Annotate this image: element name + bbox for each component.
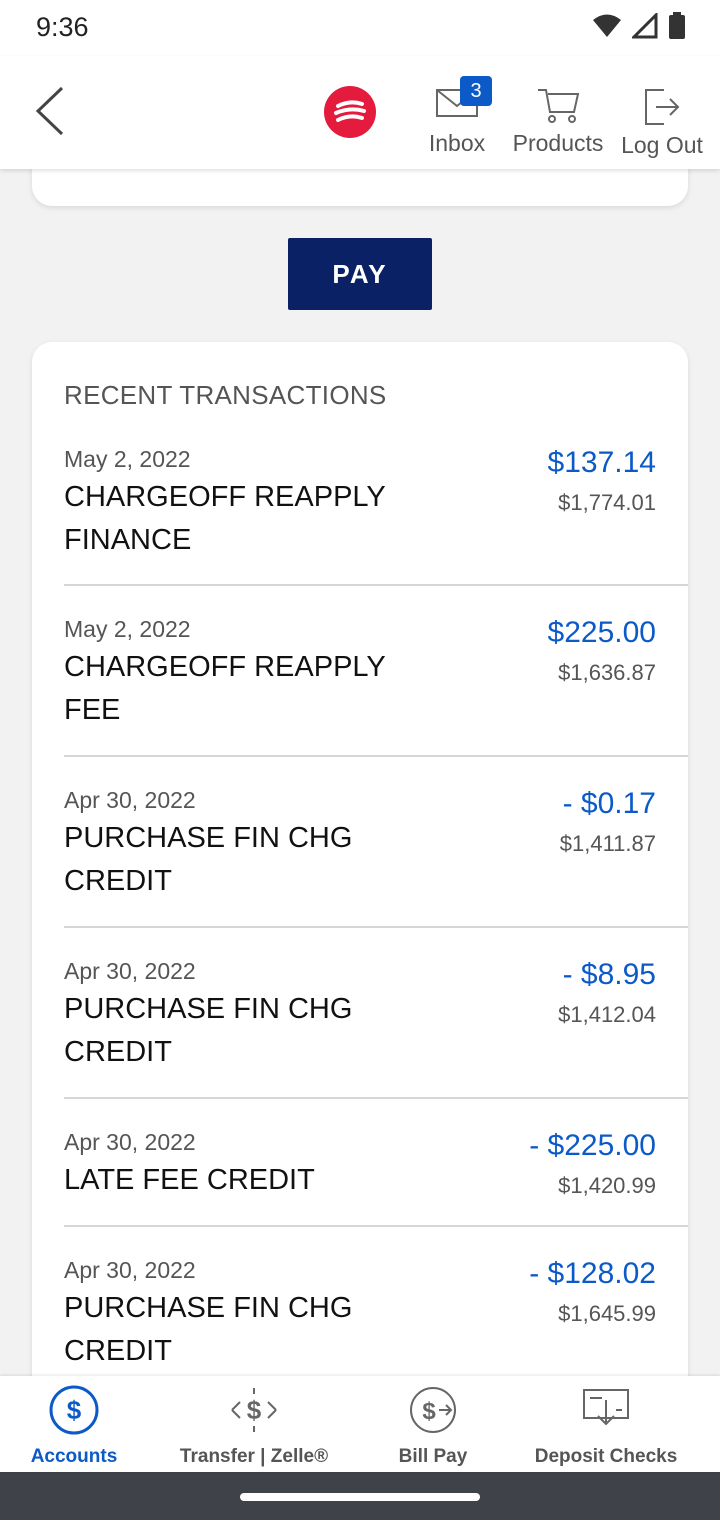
nav-accounts[interactable]: $ Accounts bbox=[14, 1384, 134, 1468]
wifi-icon bbox=[593, 14, 621, 37]
transaction-date: Apr 30, 2022 bbox=[64, 1129, 196, 1155]
transaction-date: May 2, 2022 bbox=[64, 446, 191, 472]
transaction-amount: $225.00 bbox=[547, 616, 656, 649]
transaction-balance: $1,636.87 bbox=[558, 660, 656, 685]
transaction-balance: $1,411.87 bbox=[559, 831, 656, 856]
bill-pay-icon: $ bbox=[410, 1387, 456, 1433]
nav-transfer-label: Transfer | Zelle® bbox=[179, 1446, 329, 1467]
pay-button[interactable]: PAY bbox=[288, 238, 432, 310]
products-label: Products bbox=[512, 130, 604, 156]
inbox-badge: 3 bbox=[460, 76, 492, 106]
back-icon[interactable] bbox=[30, 84, 70, 138]
cart-icon bbox=[538, 89, 580, 123]
transaction-row[interactable]: May 2, 2022 CHARGEOFF REAPPLY FEE $225.0… bbox=[64, 586, 688, 757]
transaction-description: PURCHASE FIN CHG CREDIT bbox=[64, 822, 353, 897]
signal-icon bbox=[632, 13, 658, 39]
transaction-balance: $1,420.99 bbox=[558, 1173, 656, 1198]
transaction-date: May 2, 2022 bbox=[64, 616, 191, 642]
status-bar: 9:36 bbox=[0, 0, 720, 56]
nav-accounts-label: Accounts bbox=[30, 1446, 118, 1467]
recent-transactions-card: RECENT TRANSACTIONS May 2, 2022 CHARGEOF… bbox=[32, 342, 688, 1442]
transaction-description: PURCHASE FIN CHG CREDIT bbox=[64, 1292, 353, 1367]
transaction-date: Apr 30, 2022 bbox=[64, 1257, 196, 1283]
transaction-row[interactable]: Apr 30, 2022 PURCHASE FIN CHG CREDIT - $… bbox=[64, 1227, 688, 1398]
transactions-heading: RECENT TRANSACTIONS bbox=[64, 380, 387, 410]
logout-label: Log Out bbox=[621, 132, 703, 158]
inbox-label: Inbox bbox=[428, 130, 486, 156]
nav-bill-pay[interactable]: $ Bill Pay bbox=[372, 1384, 494, 1468]
app-header: 3 Inbox Products Log Out bbox=[0, 56, 720, 169]
bank-logo bbox=[324, 86, 376, 138]
transaction-row[interactable]: Apr 30, 2022 PURCHASE FIN CHG CREDIT - $… bbox=[64, 928, 688, 1099]
transaction-balance: $1,774.01 bbox=[558, 490, 656, 515]
system-nav-bar bbox=[0, 1472, 720, 1520]
transaction-row[interactable]: Apr 30, 2022 LATE FEE CREDIT - $225.00 $… bbox=[64, 1099, 688, 1227]
nav-deposit-checks[interactable]: Deposit Checks bbox=[520, 1384, 692, 1468]
transaction-amount: - $225.00 bbox=[529, 1129, 656, 1162]
transaction-balance: $1,645.99 bbox=[558, 1301, 656, 1326]
svg-text:$: $ bbox=[67, 1395, 82, 1425]
transaction-amount: $137.14 bbox=[547, 446, 656, 479]
transaction-row[interactable]: Apr 30, 2022 PURCHASE FIN CHG CREDIT - $… bbox=[64, 757, 688, 928]
svg-text:$: $ bbox=[247, 1395, 262, 1425]
transfer-icon: $ bbox=[231, 1388, 277, 1432]
products-button[interactable]: Products bbox=[506, 86, 610, 157]
transaction-description: CHARGEOFF REAPPLY FINANCE bbox=[64, 481, 386, 556]
status-time: 9:36 bbox=[36, 12, 89, 42]
transaction-amount: - $0.17 bbox=[562, 787, 656, 820]
transaction-date: Apr 30, 2022 bbox=[64, 787, 196, 813]
svg-text:$: $ bbox=[422, 1398, 436, 1425]
home-gesture-pill[interactable] bbox=[240, 1493, 480, 1501]
nav-deposit-label: Deposit Checks bbox=[534, 1446, 678, 1467]
logout-icon bbox=[645, 89, 680, 125]
transaction-description: CHARGEOFF REAPPLY FEE bbox=[64, 651, 386, 726]
transaction-amount: - $8.95 bbox=[562, 958, 656, 991]
transaction-description: PURCHASE FIN CHG CREDIT bbox=[64, 993, 353, 1068]
transaction-description: LATE FEE CREDIT bbox=[64, 1164, 315, 1196]
logout-button[interactable]: Log Out bbox=[618, 86, 706, 159]
nav-transfer-zelle[interactable]: $ Transfer | Zelle® bbox=[170, 1384, 338, 1468]
nav-bill-pay-label: Bill Pay bbox=[398, 1446, 468, 1467]
inbox-button[interactable]: 3 Inbox bbox=[424, 76, 492, 157]
dollar-circle-icon: $ bbox=[49, 1385, 99, 1435]
status-icons bbox=[592, 12, 686, 40]
bottom-nav: $ Accounts $ Transfer | Zelle® $ Bill Pa… bbox=[0, 1376, 720, 1472]
deposit-check-icon bbox=[583, 1389, 629, 1426]
battery-icon bbox=[669, 12, 685, 39]
transaction-amount: - $128.02 bbox=[529, 1257, 656, 1290]
transaction-date: Apr 30, 2022 bbox=[64, 958, 196, 984]
transaction-balance: $1,412.04 bbox=[558, 1002, 656, 1027]
transaction-row[interactable]: May 2, 2022 CHARGEOFF REAPPLY FINANCE $1… bbox=[64, 442, 688, 586]
